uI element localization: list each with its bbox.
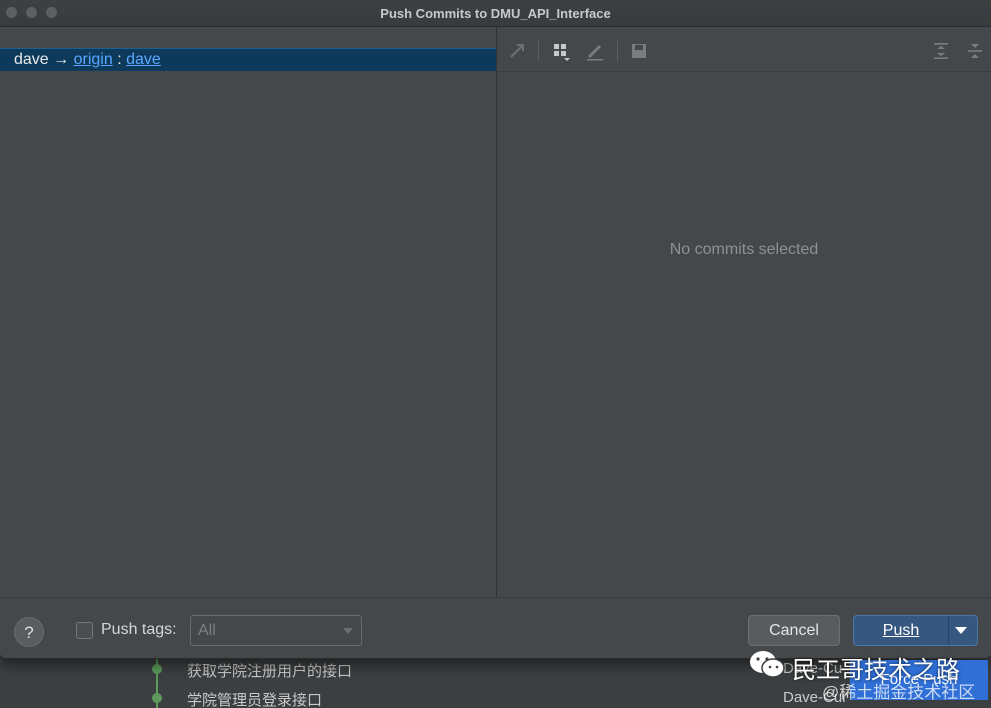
expand-icon[interactable] bbox=[507, 41, 527, 61]
toolbar-separator bbox=[538, 41, 539, 61]
remote-branch-link[interactable]: dave bbox=[126, 51, 161, 68]
watermark-sub: @稀土掘金技术社区 bbox=[822, 683, 976, 702]
remote-separator: : bbox=[117, 51, 122, 68]
title-bar: Push Commits to DMU_API_Interface bbox=[0, 0, 991, 27]
graph-commit-dot bbox=[152, 693, 162, 703]
help-button[interactable]: ? bbox=[14, 617, 44, 647]
graph-commit-dot bbox=[152, 664, 162, 674]
tags-select[interactable]: All bbox=[190, 615, 362, 646]
remote-name-link[interactable]: origin bbox=[74, 51, 113, 68]
commits-tree-panel: dave → origin : dave bbox=[0, 27, 496, 597]
log-message[interactable]: 获取学院注册用户的接口 bbox=[187, 660, 352, 681]
push-button[interactable]: Push bbox=[853, 615, 978, 646]
cancel-button[interactable]: Cancel bbox=[748, 615, 840, 646]
commit-details-panel: No commits selected bbox=[497, 27, 991, 597]
save-icon[interactable] bbox=[629, 41, 649, 61]
chevron-down-icon[interactable] bbox=[955, 627, 967, 634]
push-commits-dialog: Push Commits to DMU_API_Interface dave →… bbox=[0, 0, 991, 659]
no-commits-message: No commits selected bbox=[669, 241, 819, 258]
push-tags-checkbox[interactable] bbox=[76, 622, 93, 639]
tags-select-value: All bbox=[198, 622, 216, 639]
log-message[interactable]: 学院管理员登录接口 bbox=[187, 689, 322, 708]
details-toolbar bbox=[497, 27, 991, 72]
push-split-separator bbox=[948, 616, 949, 645]
chevron-down-icon bbox=[343, 628, 353, 634]
push-tags-label[interactable]: Push tags: bbox=[101, 621, 177, 639]
expand-all-icon[interactable] bbox=[931, 41, 951, 61]
branch-push-row[interactable]: dave → origin : dave bbox=[0, 48, 496, 71]
push-button-label: Push bbox=[882, 622, 920, 639]
wechat-logo-icon bbox=[750, 651, 785, 678]
group-by-icon[interactable] bbox=[552, 41, 572, 61]
local-branch-label: dave bbox=[14, 51, 49, 68]
toolbar-separator bbox=[617, 41, 618, 61]
screen: 获取学院注册用户的接口 学院管理员登录接口 Dave-Cu Dave-Cur P… bbox=[0, 0, 991, 708]
arrow-icon: → bbox=[53, 51, 70, 68]
edit-icon[interactable] bbox=[585, 41, 605, 61]
collapse-all-icon[interactable] bbox=[965, 41, 985, 61]
window-title: Push Commits to DMU_API_Interface bbox=[380, 6, 611, 21]
